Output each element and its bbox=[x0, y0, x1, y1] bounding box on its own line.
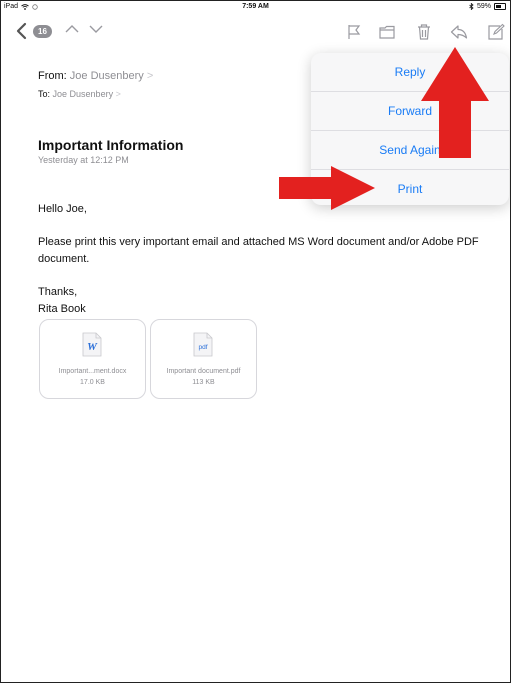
folder-icon[interactable] bbox=[378, 23, 396, 41]
to-recipient[interactable]: Joe Dusenbery bbox=[53, 89, 114, 99]
message-date: Yesterday at 12:12 PM bbox=[38, 155, 129, 165]
bluetooth-icon bbox=[469, 3, 474, 10]
next-message-icon[interactable] bbox=[89, 23, 103, 35]
pdf-doc-label: pdf bbox=[198, 344, 207, 351]
status-right: 59% bbox=[469, 3, 506, 10]
to-label: To: bbox=[38, 89, 51, 99]
message-body: Hello Joe, Please print this very import… bbox=[38, 201, 493, 318]
chevron-right-icon: > bbox=[146, 70, 154, 82]
from-line: From: Joe Dusenbery > bbox=[38, 70, 153, 82]
reply-popover-menu: Reply Forward Send Again Print bbox=[311, 53, 509, 205]
closing: Thanks, bbox=[38, 286, 78, 298]
word-doc-icon: W bbox=[82, 332, 102, 357]
message-nav bbox=[65, 23, 103, 35]
status-time: 7:59 AM bbox=[242, 3, 269, 10]
previous-message-icon[interactable] bbox=[65, 23, 79, 35]
battery-icon bbox=[494, 3, 506, 10]
trash-icon[interactable] bbox=[415, 23, 433, 41]
attachment-size: 113 KB bbox=[192, 379, 215, 386]
signature: Rita Book bbox=[38, 303, 86, 315]
attachment-name: Important...ment.docx bbox=[58, 368, 127, 375]
chevron-left-icon bbox=[16, 22, 27, 40]
attachment-docx[interactable]: W Important...ment.docx 17.0 KB bbox=[39, 319, 146, 399]
pdf-doc-icon: pdf bbox=[193, 332, 213, 357]
from-sender[interactable]: Joe Dusenbery bbox=[70, 70, 144, 82]
message-subject: Important Information bbox=[38, 137, 184, 153]
reply-icon[interactable] bbox=[450, 23, 468, 41]
message-count-badge: 16 bbox=[33, 24, 52, 38]
back-button[interactable]: 16 bbox=[15, 22, 52, 40]
attachment-name: Important document.pdf bbox=[166, 368, 241, 375]
attachment-pdf[interactable]: pdf Important document.pdf 113 KB bbox=[150, 319, 257, 399]
chevron-right-icon: > bbox=[115, 89, 121, 99]
menu-item-send-again[interactable]: Send Again bbox=[311, 131, 509, 170]
from-label: From: bbox=[38, 70, 67, 82]
flag-icon[interactable] bbox=[345, 23, 363, 41]
mail-toolbar: 16 bbox=[1, 14, 510, 48]
compose-icon[interactable] bbox=[487, 23, 505, 41]
attachment-size: 17.0 KB bbox=[80, 379, 105, 386]
word-doc-letter: W bbox=[87, 341, 98, 353]
body-paragraph: Please print this very important email a… bbox=[38, 236, 479, 265]
menu-item-forward[interactable]: Forward bbox=[311, 92, 509, 131]
battery-percent: 59% bbox=[476, 3, 491, 10]
to-line: To: Joe Dusenbery > bbox=[38, 89, 121, 99]
menu-item-print[interactable]: Print bbox=[311, 170, 509, 205]
menu-item-reply[interactable]: Reply bbox=[311, 53, 509, 92]
ipad-mail-screen: iPad 7:59 AM 59% 16 From: Joe Dusenbery … bbox=[0, 0, 511, 683]
status-bar: iPad 7:59 AM 59% bbox=[1, 1, 510, 13]
